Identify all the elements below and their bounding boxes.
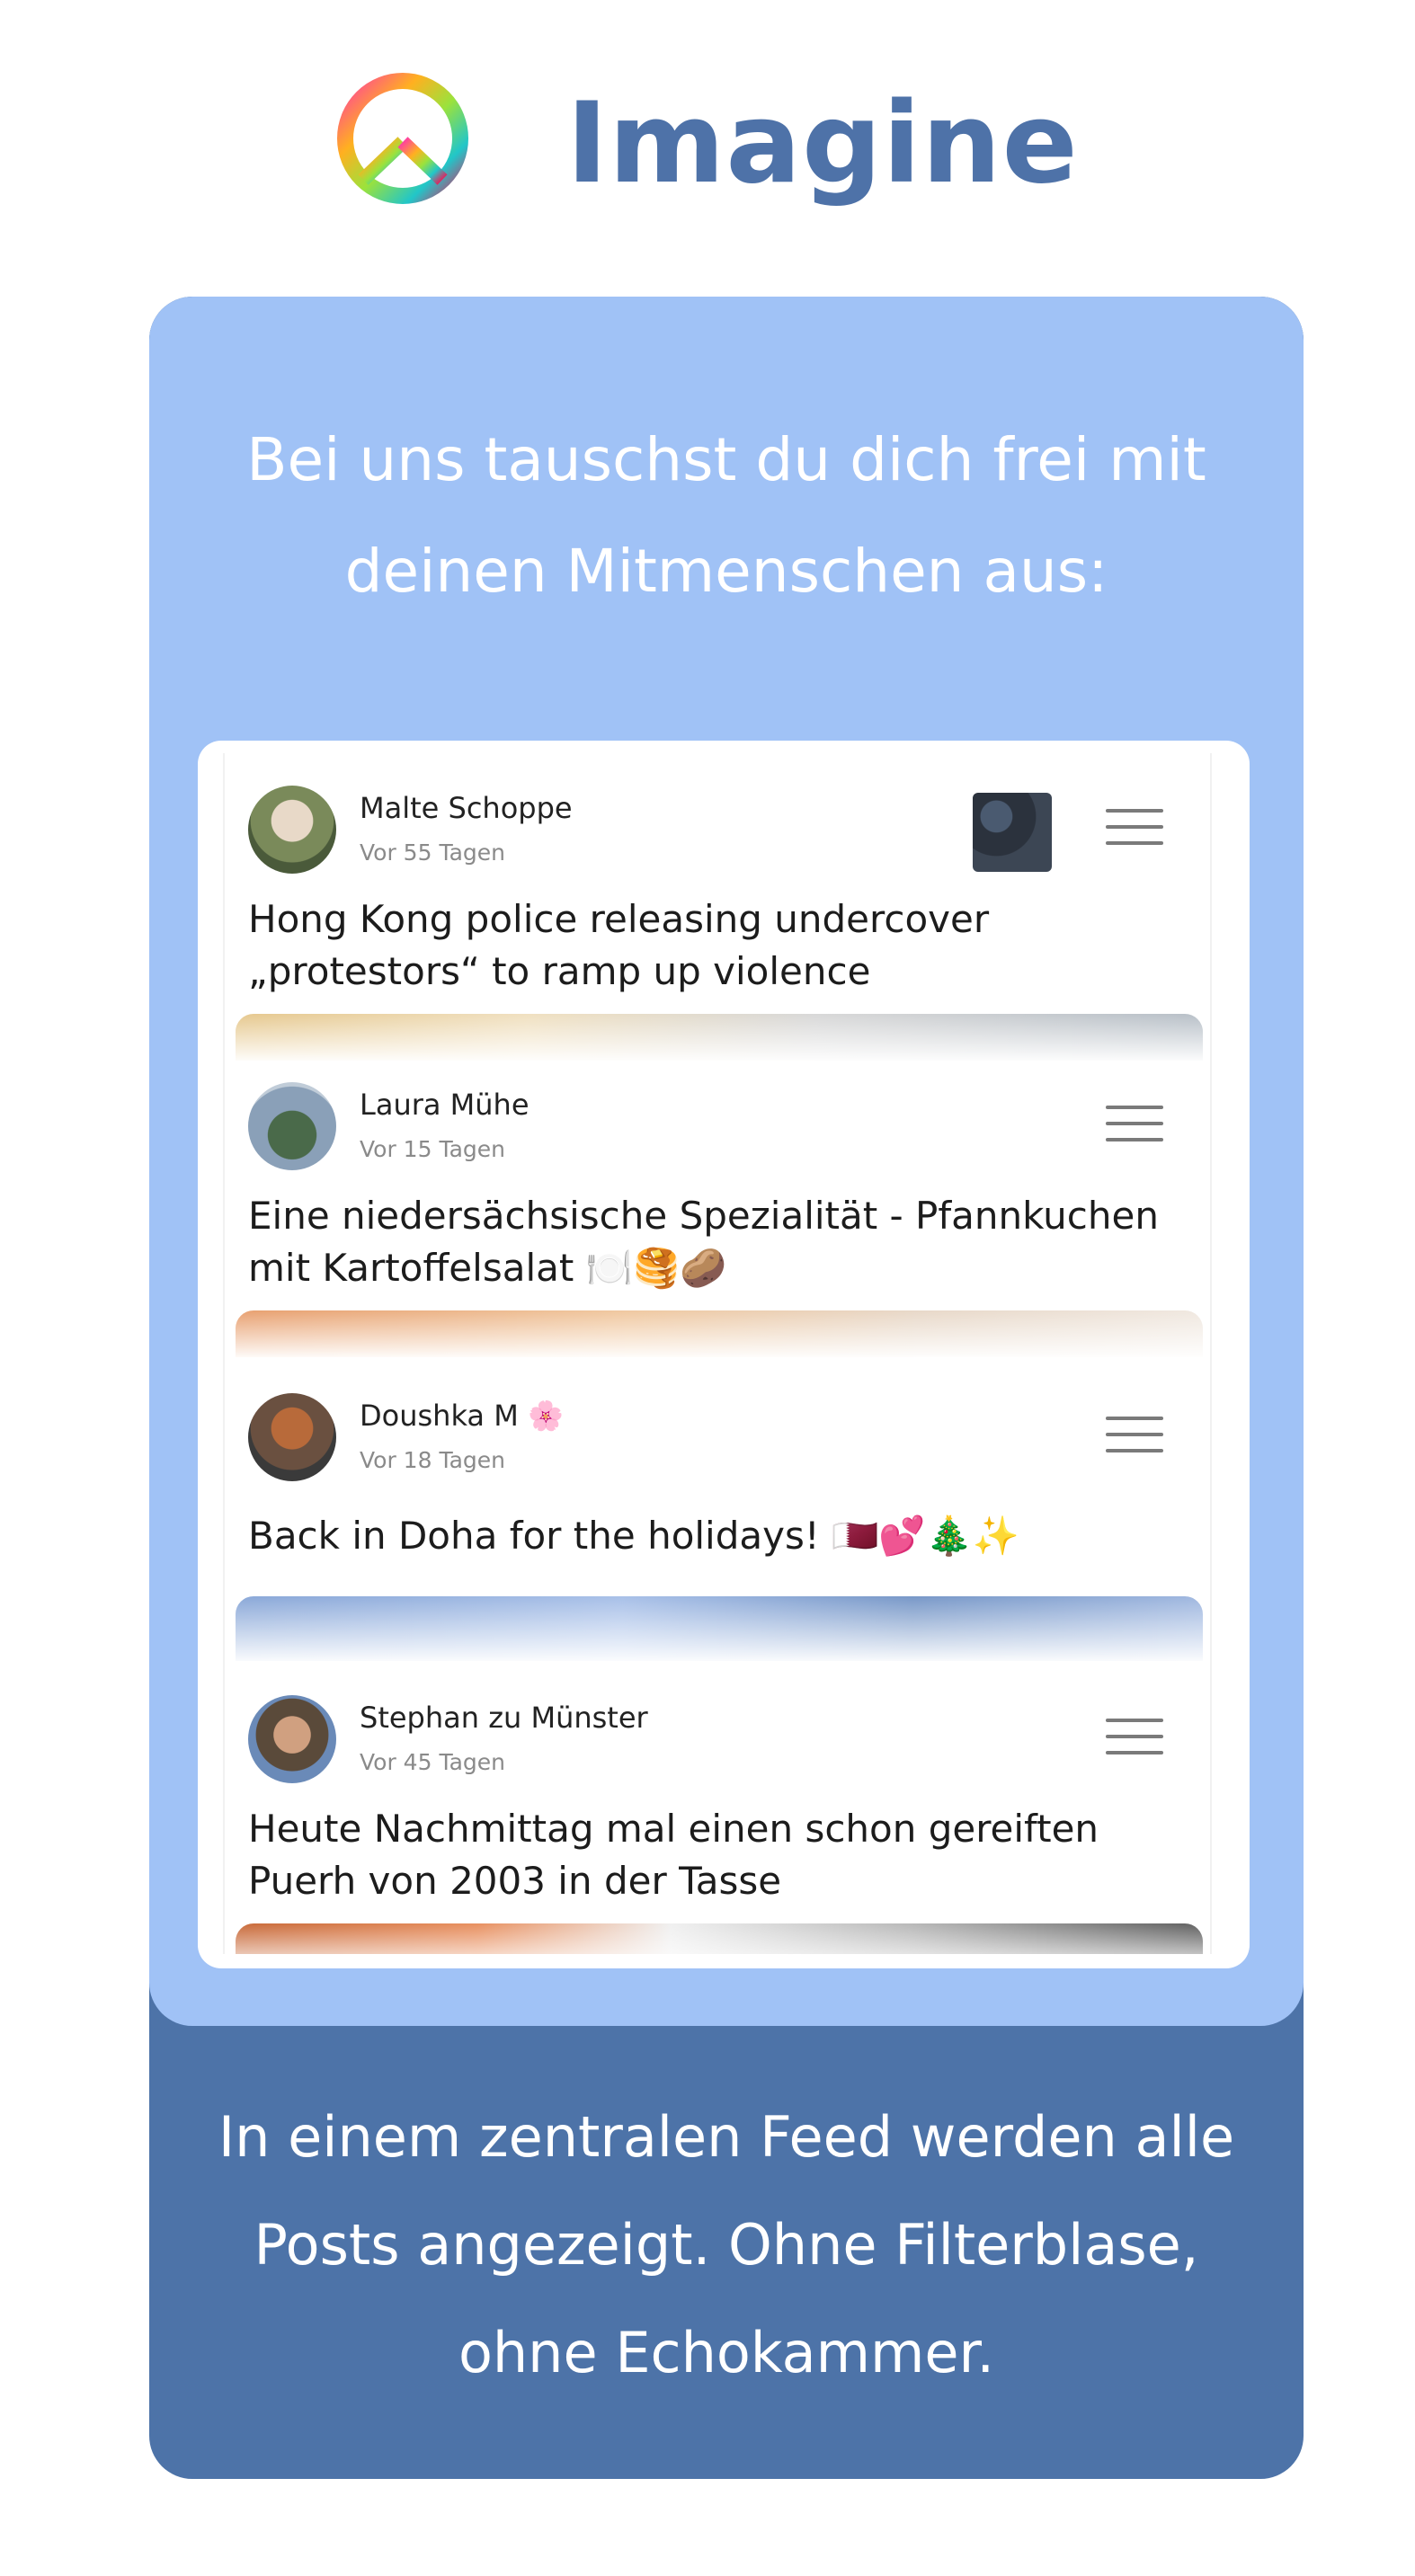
feed-list: Malte Schoppe Vor 55 Tagen Hong Kong pol… [223, 753, 1212, 1954]
feature-card: Bei uns tauschst du dich frei mit deinen… [149, 297, 1304, 2479]
post-time: Vor 18 Tagen [360, 1447, 505, 1473]
peace-sign-icon [334, 70, 471, 207]
feature-card-top: Bei uns tauschst du dich frei mit deinen… [149, 297, 1304, 2026]
post-image-preview[interactable] [236, 1596, 1203, 1661]
post-image-preview[interactable] [236, 1014, 1203, 1061]
app-title: Imagine [566, 79, 1079, 209]
post-text[interactable]: Heute Nachmittag mal einen schon gereift… [248, 1803, 1201, 1907]
menu-icon[interactable] [1106, 1106, 1163, 1145]
menu-icon[interactable] [1106, 1719, 1163, 1758]
post-time: Vor 15 Tagen [360, 1136, 505, 1162]
avatar[interactable] [248, 1393, 336, 1481]
feed-preview: Malte Schoppe Vor 55 Tagen Hong Kong pol… [198, 741, 1250, 1968]
post-text[interactable]: Eine niedersächsische Spezialität - Pfan… [248, 1190, 1201, 1294]
post-author[interactable]: Laura Mühe [360, 1088, 530, 1122]
post-time: Vor 55 Tagen [360, 839, 505, 866]
menu-icon[interactable] [1106, 1417, 1163, 1456]
intro-text: Bei uns tauschst du dich frei mit deinen… [246, 425, 1206, 606]
post-thumbnail[interactable] [973, 793, 1052, 872]
post-text[interactable]: Hong Kong police releasing undercover „p… [248, 893, 1201, 998]
avatar[interactable] [248, 1082, 336, 1170]
avatar[interactable] [248, 786, 336, 874]
post-author[interactable]: Malte Schoppe [360, 791, 573, 825]
post-text[interactable]: Back in Doha for the holidays! 🇶🇦💕🎄✨ [248, 1510, 1201, 1562]
avatar[interactable] [248, 1695, 336, 1783]
app-header: Imagine [0, 0, 1415, 288]
menu-icon[interactable] [1106, 809, 1163, 848]
post-image-preview[interactable] [236, 1310, 1203, 1357]
post-image-preview[interactable] [236, 1923, 1203, 1954]
post-author[interactable]: Stephan zu Münster [360, 1701, 648, 1735]
post-author[interactable]: Doushka M 🌸 [360, 1399, 564, 1433]
post-time: Vor 45 Tagen [360, 1749, 505, 1775]
outro-text: In einem zentralen Feed werden alle Post… [218, 2104, 1235, 2385]
